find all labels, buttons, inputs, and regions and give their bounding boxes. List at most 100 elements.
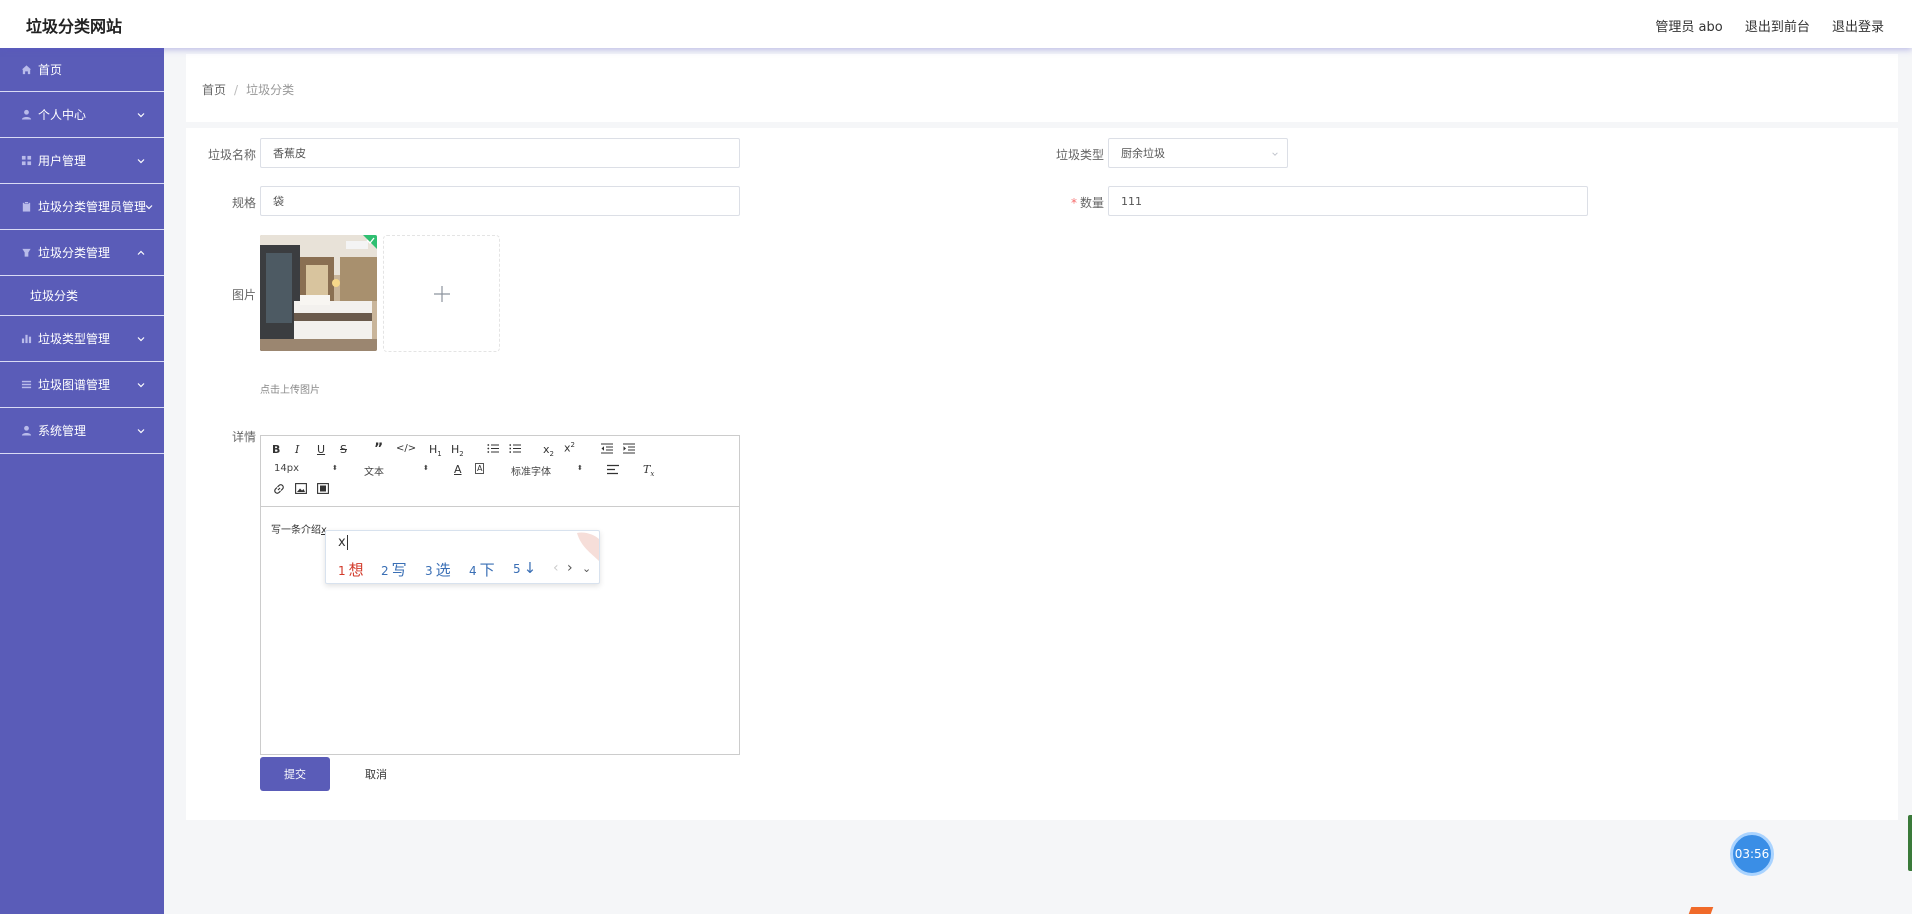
site-title: 垃圾分类网站 bbox=[26, 17, 123, 36]
admin-label: 管理员 abo bbox=[1655, 20, 1723, 35]
required-mark: * bbox=[1070, 196, 1077, 210]
bin-icon bbox=[20, 247, 32, 259]
sidebar-subitem-classification[interactable]: 垃圾分类 bbox=[0, 276, 164, 316]
strikethrough-icon[interactable]: S bbox=[340, 443, 347, 456]
type-select-value: 厨余垃圾 bbox=[1121, 147, 1165, 160]
cancel-button[interactable]: 取消 bbox=[346, 757, 406, 791]
editor-content[interactable]: 写一条介绍x bbox=[271, 521, 327, 536]
font-family-value: 标准字体 bbox=[511, 467, 551, 478]
font-size-value: 14px bbox=[274, 463, 299, 474]
sidebar-item-personal[interactable]: 个人中心 bbox=[0, 92, 164, 138]
background-color-icon[interactable]: A bbox=[475, 463, 485, 474]
upload-hint: 点击上传图片 bbox=[260, 385, 320, 396]
font-size-select[interactable]: 14px ⬍ bbox=[274, 463, 338, 474]
code-block-icon[interactable]: </> bbox=[396, 443, 416, 454]
bullet-list-icon[interactable] bbox=[509, 443, 521, 457]
block-format-select[interactable]: 文本 ⬍ bbox=[364, 463, 429, 478]
bold-icon[interactable]: B bbox=[272, 443, 280, 456]
sidebar-item-label: 垃圾图谱管理 bbox=[38, 378, 111, 392]
block-format-value: 文本 bbox=[364, 467, 384, 478]
editor-text-value: 写一条介绍 bbox=[271, 525, 321, 536]
editor-toolbar: B I U S ” </> H1 H2 x2 x2 14px ⬍ 文本 ⬍ A … bbox=[261, 436, 739, 507]
image-insert-icon[interactable] bbox=[295, 483, 307, 497]
ime-next-page-icon[interactable]: › bbox=[567, 560, 573, 576]
list-icon bbox=[20, 379, 32, 391]
ime-candidate-5[interactable]: 5 ↓ bbox=[513, 559, 536, 577]
font-family-select[interactable]: 标准字体 ⬍ bbox=[511, 463, 583, 478]
ime-expand-icon[interactable]: ⌄ bbox=[582, 562, 591, 575]
ime-skin-decoration-icon bbox=[577, 532, 599, 561]
submit-button[interactable]: 提交 bbox=[260, 757, 330, 791]
breadcrumb-home[interactable]: 首页 bbox=[202, 83, 226, 97]
ime-input-text: x bbox=[338, 535, 348, 550]
font-color-icon[interactable]: A bbox=[454, 463, 462, 476]
sidebar-item-atlas[interactable]: 垃圾图谱管理 bbox=[0, 362, 164, 408]
sidebar-item-label: 垃圾分类管理 bbox=[38, 246, 111, 260]
qty-label-wrap: * 数量 bbox=[1034, 194, 1104, 211]
sidebar: 首页 个人中心 用户管理 垃圾分类管理员管理 垃圾分类管理 垃圾分类 垃圾类型管… bbox=[0, 48, 164, 914]
plus-icon bbox=[433, 285, 450, 302]
chevron-down-icon bbox=[137, 336, 145, 341]
indent-icon[interactable] bbox=[623, 443, 635, 457]
qty-label: 数量 bbox=[1079, 196, 1104, 210]
align-left-icon[interactable] bbox=[607, 464, 619, 478]
updown-icon: ⬍ bbox=[423, 464, 429, 472]
ime-candidate-2[interactable]: 2写 bbox=[381, 559, 407, 580]
grid-icon bbox=[20, 155, 32, 167]
subscript-icon[interactable]: x2 bbox=[543, 443, 554, 458]
outdent-icon[interactable] bbox=[601, 443, 613, 457]
heading1-icon[interactable]: H1 bbox=[429, 443, 442, 458]
rich-text-editor: B I U S ” </> H1 H2 x2 x2 14px ⬍ 文本 ⬍ A … bbox=[260, 435, 740, 755]
italic-icon[interactable]: I bbox=[295, 443, 299, 456]
sidebar-item-label: 系统管理 bbox=[38, 424, 87, 438]
image-upload-button[interactable] bbox=[383, 235, 500, 352]
ime-candidate-4[interactable]: 4下 bbox=[469, 559, 495, 580]
top-header: 垃圾分类网站 管理员 abo 退出到前台 退出登录 bbox=[0, 0, 1912, 48]
chevron-down-icon bbox=[145, 204, 153, 209]
home-icon bbox=[20, 64, 32, 76]
sidebar-item-home[interactable]: 首页 bbox=[0, 48, 164, 92]
superscript-icon[interactable]: x2 bbox=[564, 441, 575, 455]
spec-input[interactable]: 袋 bbox=[260, 186, 740, 216]
chevron-down-icon bbox=[137, 428, 145, 433]
heading2-icon[interactable]: H2 bbox=[451, 443, 464, 458]
sidebar-item-label: 垃圾分类管理员管理 bbox=[38, 200, 147, 214]
spec-label: 规格 bbox=[231, 196, 256, 210]
link-icon[interactable] bbox=[273, 483, 285, 498]
qty-input[interactable]: 111 bbox=[1108, 186, 1588, 216]
bedroom-photo-image bbox=[260, 235, 377, 351]
to-front-link[interactable]: 退出到前台 bbox=[1745, 20, 1810, 35]
image-label: 图片 bbox=[231, 288, 256, 302]
type-select[interactable]: 厨余垃圾 bbox=[1108, 138, 1288, 168]
ime-candidate-3[interactable]: 3选 bbox=[425, 559, 451, 580]
underline-icon[interactable]: U bbox=[317, 443, 325, 456]
breadcrumb-separator: / bbox=[234, 83, 239, 97]
sidebar-item-label: 首页 bbox=[38, 63, 63, 77]
sidebar-item-classification[interactable]: 垃圾分类管理 bbox=[0, 230, 164, 276]
name-input[interactable]: 香蕉皮 bbox=[260, 138, 740, 168]
blockquote-icon[interactable]: ” bbox=[374, 441, 383, 457]
chevron-up-icon bbox=[137, 250, 145, 255]
breadcrumb-card: 首页 / 垃圾分类 bbox=[186, 54, 1898, 122]
bar-chart-icon bbox=[20, 333, 32, 345]
ordered-list-icon[interactable] bbox=[487, 443, 499, 457]
details-label: 详情 bbox=[231, 430, 256, 444]
sidebar-item-label: 用户管理 bbox=[38, 154, 87, 168]
type-label: 垃圾类型 bbox=[1055, 148, 1104, 162]
sidebar-item-types[interactable]: 垃圾类型管理 bbox=[0, 316, 164, 362]
sidebar-item-users[interactable]: 用户管理 bbox=[0, 138, 164, 184]
ime-candidate-1[interactable]: 1想 bbox=[338, 559, 364, 580]
video-insert-icon[interactable] bbox=[317, 483, 329, 497]
ime-candidate-window: x 1想 2写 3选 4下 5 ↓ ‹ › ⌄ bbox=[325, 530, 600, 584]
user-icon bbox=[20, 109, 32, 121]
ime-prev-page-icon[interactable]: ‹ bbox=[553, 560, 559, 576]
logout-link[interactable]: 退出登录 bbox=[1832, 20, 1884, 35]
chevron-down-icon bbox=[137, 158, 145, 163]
uploaded-image-thumbnail[interactable] bbox=[260, 235, 377, 351]
clear-format-icon[interactable]: Tx bbox=[643, 463, 654, 478]
sidebar-item-classifier-admins[interactable]: 垃圾分类管理员管理 bbox=[0, 184, 164, 230]
floating-timer[interactable]: 03:56 bbox=[1730, 832, 1774, 876]
sidebar-item-system[interactable]: 系统管理 bbox=[0, 408, 164, 454]
sidebar-item-label: 个人中心 bbox=[38, 108, 87, 122]
updown-icon: ⬍ bbox=[332, 464, 338, 472]
